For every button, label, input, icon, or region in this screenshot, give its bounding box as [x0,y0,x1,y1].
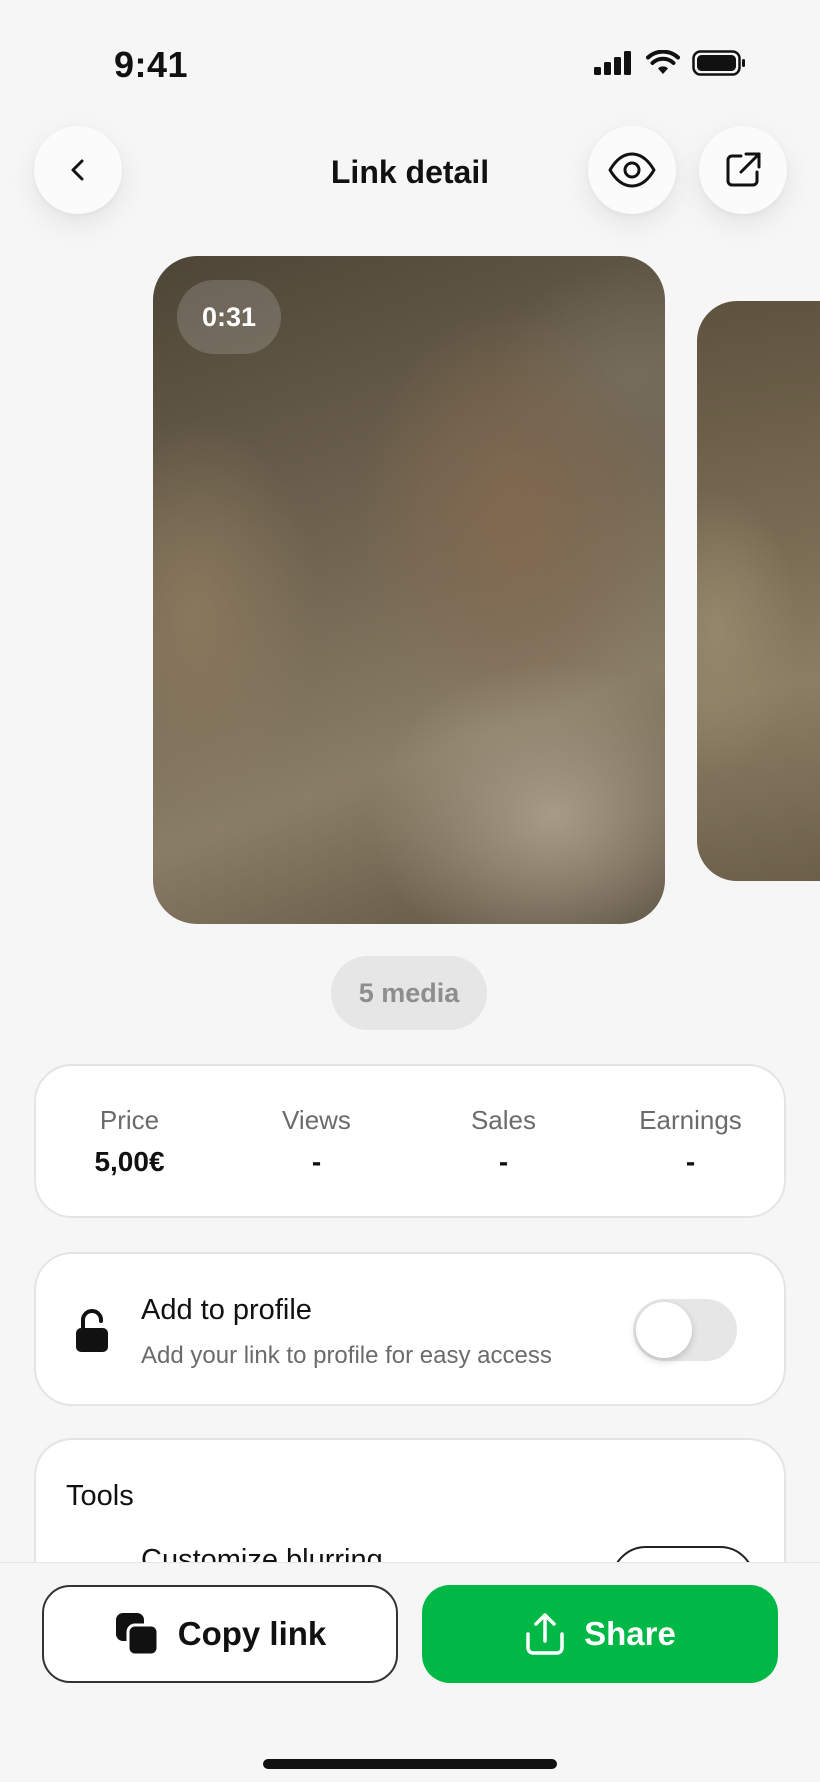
stat-views: Views - [223,1066,410,1216]
add-to-profile-title: Add to profile [141,1294,312,1326]
eye-icon [608,152,656,188]
preview-button[interactable] [588,126,676,214]
duration-badge: 0:31 [177,280,281,354]
cellular-signal-icon [594,51,631,75]
toggle-knob [636,1302,692,1358]
unlock-icon [76,1309,108,1352]
media-carousel[interactable]: 0:31 [0,256,820,928]
next-media-preview[interactable] [697,301,820,881]
open-external-button[interactable] [699,126,787,214]
bottom-action-bar: Copy link Share [0,1562,820,1782]
stats-card: Price 5,00€ Views - Sales - Earnings - [34,1064,786,1218]
status-icons [594,50,746,76]
stat-label: Views [282,1104,351,1135]
status-time: 9:41 [114,44,189,85]
stat-earnings: Earnings - [597,1066,784,1216]
wifi-icon [646,50,680,74]
stat-label: Earnings [639,1104,742,1135]
tools-title: Tools [66,1480,134,1512]
stat-label: Sales [470,1104,537,1135]
add-to-profile-card: Add to profile Add your link to profile … [34,1252,786,1406]
copy-icon [115,1613,160,1657]
stat-value: - [311,1145,322,1177]
copy-link-button[interactable]: Copy link [42,1585,398,1683]
stat-sales: Sales - [410,1066,597,1216]
stat-label: Price [99,1104,160,1135]
add-to-profile-toggle[interactable] [633,1299,737,1361]
media-preview[interactable]: 0:31 [153,256,665,924]
home-indicator [263,1759,557,1769]
stat-value: 5,00€ [94,1145,165,1177]
add-to-profile-subtitle: Add your link to profile for easy access [141,1342,552,1369]
external-link-icon [726,152,761,187]
status-bar: 9:41 [0,0,820,130]
share-label: Share [584,1615,676,1652]
header: Link detail [0,126,820,216]
share-icon [526,1613,564,1655]
stat-value: - [685,1145,696,1177]
share-button[interactable]: Share [422,1585,778,1683]
stat-price: Price 5,00€ [36,1066,223,1216]
copy-link-label: Copy link [177,1615,327,1652]
stat-value: - [498,1145,509,1177]
battery-icon [692,50,745,76]
media-count-badge: 5 media [331,956,487,1030]
page-title: Link detail [330,154,490,190]
